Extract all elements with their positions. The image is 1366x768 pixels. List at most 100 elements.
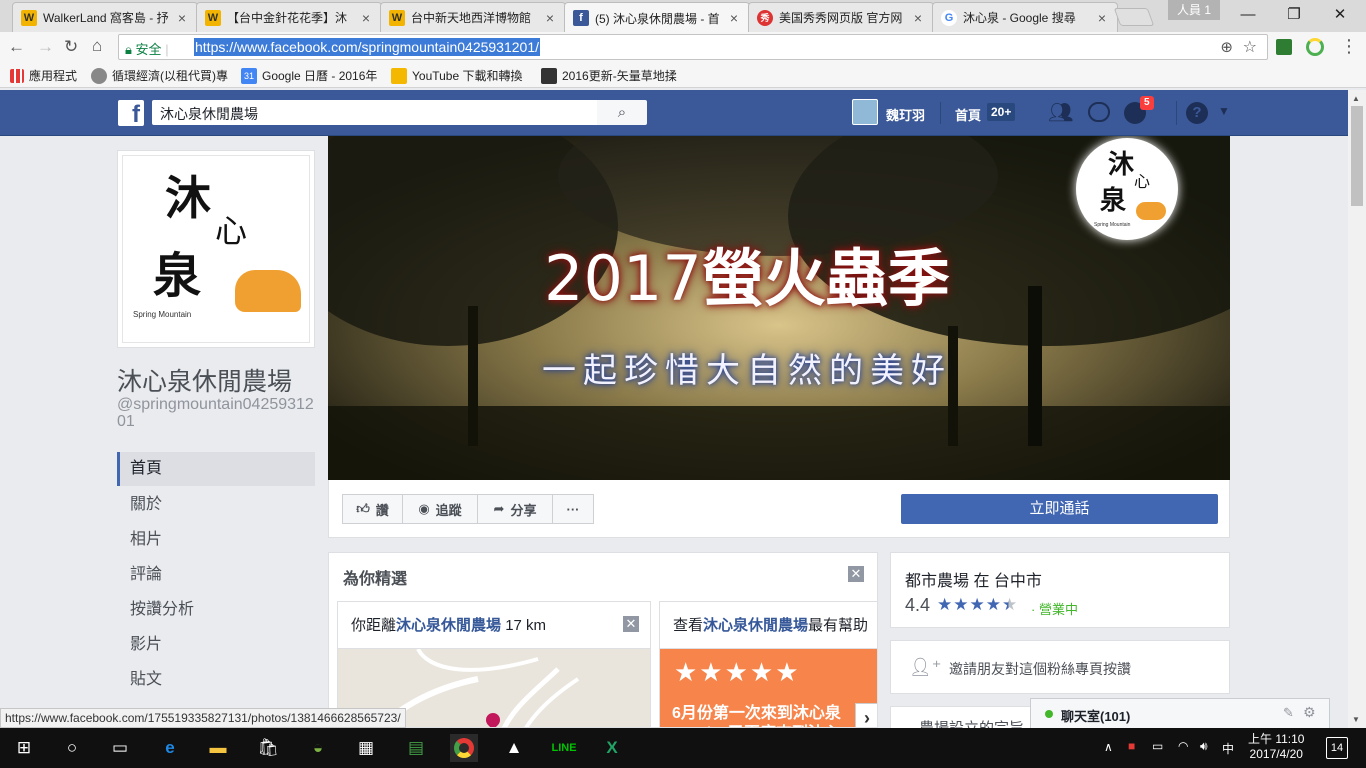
zoom-icon[interactable]: ⊕ bbox=[1220, 38, 1233, 56]
follow-button[interactable]: ◉ 追蹤 bbox=[402, 494, 478, 524]
help-icon[interactable]: ? bbox=[1186, 102, 1208, 124]
back-icon[interactable]: ← bbox=[8, 38, 25, 56]
photos-icon[interactable]: ▲ bbox=[500, 734, 528, 762]
wechat-icon[interactable]: ◒ bbox=[304, 734, 332, 762]
friend-requests-icon[interactable]: 👥︎ bbox=[1048, 100, 1073, 125]
ime-indicator[interactable]: 中 bbox=[1222, 740, 1234, 757]
page-link[interactable]: 沐心泉休閒農場 bbox=[703, 617, 808, 634]
close-tab-icon[interactable]: × bbox=[543, 10, 557, 26]
minimize-icon[interactable]: — bbox=[1226, 2, 1270, 28]
forward-icon[interactable]: → bbox=[37, 38, 54, 56]
scroll-up-icon[interactable]: ▲ bbox=[1352, 94, 1360, 103]
search-icon[interactable]: ⌕ bbox=[597, 100, 647, 125]
action-center-icon[interactable]: 14 bbox=[1326, 737, 1348, 759]
antivirus-tray-icon[interactable]: ■ bbox=[1128, 739, 1135, 753]
volume-icon[interactable]: 🔊︎ bbox=[1200, 739, 1208, 754]
browser-tab-3[interactable]: W 台中新天地西洋博物館 × bbox=[380, 2, 566, 32]
more-options-button[interactable]: ··· bbox=[552, 494, 594, 524]
like-button[interactable]: 👍︎ 讚 bbox=[342, 494, 403, 524]
url-text[interactable]: https://www.facebook.com/springmountain0… bbox=[194, 38, 540, 56]
share-button[interactable]: ➦ 分享 bbox=[477, 494, 553, 524]
messenger-icon[interactable] bbox=[1088, 102, 1110, 122]
store-icon[interactable]: 🛍︎ bbox=[254, 734, 282, 762]
page-link[interactable]: 沐心泉休閒農場 bbox=[396, 617, 501, 634]
windows-start-icon[interactable]: ⊞ bbox=[10, 734, 38, 762]
close-tab-icon[interactable]: × bbox=[175, 10, 189, 26]
clock-time: 上午 11:10 bbox=[1248, 732, 1305, 746]
user-name-link[interactable]: 魏玎羽 bbox=[886, 105, 925, 124]
profile-button[interactable]: 人員 1 bbox=[1168, 0, 1220, 20]
chrome-menu-icon[interactable]: ⋮ bbox=[1340, 36, 1358, 57]
close-tab-icon[interactable]: × bbox=[1095, 10, 1109, 26]
page-handle[interactable]: @springmountain0425931201 bbox=[117, 396, 317, 430]
badge-caption: Spring Mountain bbox=[1094, 222, 1131, 228]
evernote-icon[interactable]: ▤ bbox=[402, 734, 430, 762]
nav-videos[interactable]: 影片 bbox=[117, 628, 315, 662]
bookmark-youtube-downloader[interactable]: YouTube 下載和轉換 bbox=[391, 67, 523, 84]
close-icon[interactable]: ✕ bbox=[848, 566, 864, 582]
chat-sidebar-tab[interactable]: 聊天室(101) ✎ ⚙ bbox=[1030, 698, 1330, 728]
invite-friends-card[interactable]: 👤︎⁺ 邀請朋友對這個粉絲專頁按讚 bbox=[890, 640, 1230, 694]
nav-about[interactable]: 關於 bbox=[117, 488, 315, 522]
nav-home[interactable]: 首頁 bbox=[117, 452, 315, 486]
scrollbar-thumb[interactable] bbox=[1351, 106, 1363, 206]
browser-tab-6[interactable]: G 沐心泉 - Google 搜尋 × bbox=[932, 2, 1118, 32]
bookmark-circular-economy[interactable]: 循環經濟(以租代買)專 bbox=[91, 67, 228, 84]
nav-photos[interactable]: 相片 bbox=[117, 523, 315, 557]
close-tab-icon[interactable]: × bbox=[359, 10, 373, 26]
edge-browser-icon[interactable]: e bbox=[156, 734, 184, 762]
close-tab-icon[interactable]: × bbox=[727, 10, 741, 26]
call-now-button[interactable]: 立即通話 bbox=[901, 494, 1218, 524]
invite-text[interactable]: 邀請朋友對這個粉絲專頁按讚 bbox=[949, 659, 1131, 679]
nav-posts[interactable]: 貼文 bbox=[117, 663, 315, 697]
chrome-taskbar-icon[interactable] bbox=[450, 734, 478, 762]
scroll-down-icon[interactable]: ▼ bbox=[1352, 715, 1360, 724]
chat-label: 聊天室(101) bbox=[1061, 709, 1131, 724]
search-icon[interactable]: ○ bbox=[58, 734, 86, 762]
reload-icon[interactable]: ↻ bbox=[64, 38, 78, 56]
close-icon[interactable]: ✕ bbox=[623, 616, 639, 632]
clock[interactable]: 上午 11:10 2017/4/20 bbox=[1248, 732, 1304, 762]
new-tab-button[interactable] bbox=[1113, 8, 1155, 26]
extension-icon[interactable] bbox=[1276, 39, 1292, 55]
page-profile-picture[interactable]: 沐 心 泉 Spring Mountain bbox=[117, 150, 315, 348]
page-scrollbar[interactable]: ▲ ▼ bbox=[1348, 90, 1366, 728]
line-app-icon[interactable]: LINE bbox=[550, 734, 578, 762]
bookmark-google-calendar[interactable]: 31 Google 日曆 - 2016年 bbox=[241, 67, 377, 84]
reviews-card[interactable]: 查看沐心泉休閒農場最有幫助 ★★★★★ 6月份第一次來到沐心泉 ，12/17又再… bbox=[659, 601, 877, 727]
bookmark-star-icon[interactable]: ☆ bbox=[1243, 37, 1257, 57]
browser-tab-4-active[interactable]: f (5) 沐心泉休閒農場 - 首 × bbox=[564, 2, 750, 33]
carousel-next-icon[interactable]: › bbox=[855, 703, 877, 727]
facebook-search-input[interactable]: 沐心泉休閒農場 bbox=[152, 100, 598, 125]
browser-tab-5[interactable]: 秀 美国秀秀网页版 官方网 × bbox=[748, 2, 934, 32]
battery-icon[interactable]: ▭ bbox=[1152, 739, 1163, 753]
bookmark-apps[interactable]: 應用程式 bbox=[10, 67, 77, 84]
task-view-icon[interactable]: ▭ bbox=[106, 734, 134, 762]
wifi-icon[interactable]: ◠ bbox=[1178, 739, 1188, 753]
category-location[interactable]: 都市農場 在 台中市 bbox=[905, 567, 1042, 591]
user-avatar[interactable] bbox=[852, 99, 878, 125]
file-explorer-icon[interactable]: ▬ bbox=[204, 734, 232, 762]
browser-tab-2[interactable]: W 【台中金針花花季】沐 × bbox=[196, 2, 382, 32]
chat-settings-gear-icon[interactable]: ⚙ bbox=[1303, 704, 1316, 721]
tray-expand-icon[interactable]: ∧ bbox=[1104, 740, 1113, 754]
review-preview[interactable]: ★★★★★ 6月份第一次來到沐心泉 ，12/17又再度來到沐心 bbox=[660, 648, 877, 727]
cover-photo[interactable]: 2017螢火蟲季 一起珍惜大自然的美好 沐 心 泉 Spring Mountai… bbox=[328, 136, 1230, 480]
nav-insights[interactable]: 按讚分析 bbox=[117, 593, 315, 627]
maximize-icon[interactable]: ❐ bbox=[1272, 2, 1316, 28]
browser-tab-1[interactable]: W WalkerLand 窩客島 - 抒 × bbox=[12, 2, 198, 32]
home-link[interactable]: 首頁 bbox=[955, 105, 981, 124]
home-icon[interactable]: ⌂ bbox=[92, 37, 102, 55]
close-tab-icon[interactable]: × bbox=[911, 10, 925, 26]
account-menu-icon[interactable]: ▼ bbox=[1218, 104, 1230, 118]
address-bar[interactable]: 🔒︎ 安全 | https://www.facebook.com/springm… bbox=[118, 34, 1268, 60]
extension-2-icon[interactable] bbox=[1306, 38, 1324, 56]
new-message-icon[interactable]: ✎ bbox=[1283, 705, 1294, 721]
excel-icon[interactable]: X bbox=[598, 734, 626, 762]
secure-indicator[interactable]: 🔒︎ 安全 | bbox=[125, 39, 169, 58]
facebook-logo-icon[interactable]: f bbox=[118, 100, 144, 126]
calendar-app-icon[interactable]: ▦ bbox=[352, 734, 380, 762]
close-window-icon[interactable]: ✕ bbox=[1318, 2, 1362, 28]
nav-reviews[interactable]: 評論 bbox=[117, 558, 315, 592]
bookmark-vector-grass[interactable]: 2016更新-矢量草地揉 bbox=[541, 67, 677, 84]
